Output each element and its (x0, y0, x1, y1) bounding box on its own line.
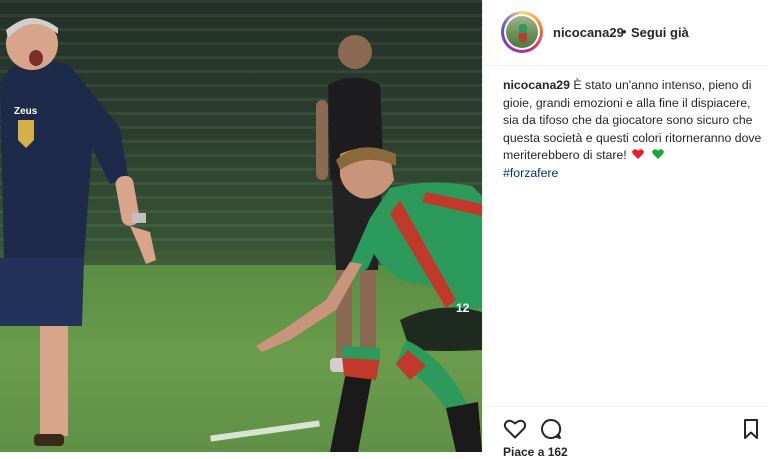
caption-username-link[interactable]: nicocana29 (503, 78, 570, 92)
header-separator: • (622, 24, 627, 39)
follow-status-button[interactable]: Segui già (631, 25, 689, 40)
post-photo[interactable]: Zeus 12 (0, 0, 482, 452)
post-header: nicocana29 • Segui già (483, 0, 768, 66)
avatar-ring (504, 14, 540, 50)
username-link[interactable]: nicocana29 (553, 25, 624, 40)
heart-outline-icon[interactable] (503, 417, 527, 441)
likes-count[interactable]: Piace a 162 (503, 445, 568, 459)
comment-icon[interactable] (539, 417, 563, 441)
post-caption: nicocana29 È stato un'anno intenso, pien… (503, 77, 763, 182)
player-number: 12 (456, 301, 470, 315)
avatar-image (506, 16, 538, 48)
green-heart-emoji-icon (651, 149, 664, 159)
player-figure: 12 (256, 147, 482, 452)
coach-shirt-text: Zeus (14, 106, 38, 117)
coach-figure: Zeus (0, 18, 156, 446)
avatar[interactable] (501, 11, 543, 53)
bookmark-icon[interactable] (739, 417, 763, 441)
avatar-figure (519, 24, 527, 42)
hashtag-link[interactable]: #forzafere (503, 166, 558, 180)
red-heart-emoji-icon (632, 149, 644, 159)
post-side-panel: nicocana29 • Segui già nicocana29 È stat… (482, 0, 768, 459)
